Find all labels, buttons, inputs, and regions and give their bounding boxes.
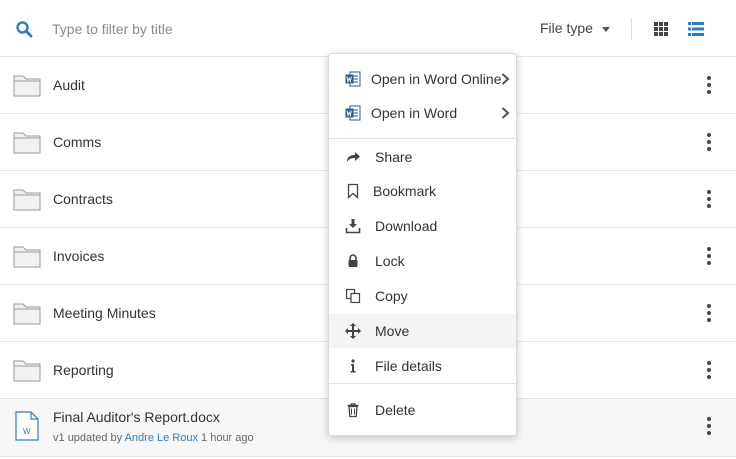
more-vertical-icon[interactable] xyxy=(700,188,718,210)
menu-open-word[interactable]: Open in Word xyxy=(329,96,516,130)
file-meta: v1 updated by Andre Le Roux 1 hour ago xyxy=(53,432,254,444)
folder-icon xyxy=(13,303,41,325)
folder-name[interactable]: Comms xyxy=(53,134,101,150)
more-vertical-icon[interactable] xyxy=(700,74,718,96)
grid-view-icon[interactable] xyxy=(654,22,668,36)
toolbar-divider xyxy=(631,18,632,40)
folder-icon xyxy=(13,246,41,268)
trash-icon xyxy=(345,402,361,418)
menu-label: Bookmark xyxy=(373,183,437,199)
menu-bookmark[interactable]: Bookmark xyxy=(329,174,516,208)
menu-delete[interactable]: Delete xyxy=(329,393,516,427)
menu-divider xyxy=(329,138,516,139)
updated-by-text: updated by xyxy=(67,432,123,444)
folder-icon xyxy=(13,360,41,382)
menu-download[interactable]: Download xyxy=(329,209,516,243)
menu-label: Move xyxy=(375,323,410,339)
updated-time: 1 hour ago xyxy=(201,432,254,444)
file-name[interactable]: Final Auditor's Report.docx xyxy=(53,409,220,425)
menu-share[interactable]: Share xyxy=(329,140,516,174)
menu-move[interactable]: Move xyxy=(329,314,516,348)
file-type-label: File type xyxy=(540,20,593,36)
menu-label: Delete xyxy=(375,402,416,418)
info-icon xyxy=(345,358,361,374)
more-vertical-icon[interactable] xyxy=(700,245,718,267)
search-icon[interactable] xyxy=(15,20,33,38)
chevron-right-icon xyxy=(501,73,510,85)
menu-label: Lock xyxy=(375,253,405,269)
word-icon-letter: W xyxy=(23,427,31,436)
toolbar: File type xyxy=(0,0,736,57)
menu-lock[interactable]: Lock xyxy=(329,244,516,278)
menu-label: Copy xyxy=(375,288,408,304)
folder-name[interactable]: Audit xyxy=(53,77,85,93)
word-icon xyxy=(345,105,361,121)
menu-divider xyxy=(329,383,516,384)
file-version: v1 xyxy=(53,432,65,444)
folder-name[interactable]: Meeting Minutes xyxy=(53,305,156,321)
menu-copy[interactable]: Copy xyxy=(329,279,516,313)
menu-label: Share xyxy=(375,149,413,165)
menu-label: Download xyxy=(375,218,438,234)
download-icon xyxy=(345,218,361,234)
menu-label: Open in Word Online xyxy=(371,71,502,87)
list-view-icon[interactable] xyxy=(688,22,704,36)
more-vertical-icon[interactable] xyxy=(700,302,718,324)
folder-icon xyxy=(13,75,41,97)
filter-input[interactable] xyxy=(52,17,472,41)
file-type-dropdown[interactable]: File type xyxy=(540,20,610,36)
lock-icon xyxy=(345,253,361,269)
more-vertical-icon[interactable] xyxy=(700,415,718,437)
menu-label: File details xyxy=(375,358,442,374)
folder-name[interactable]: Invoices xyxy=(53,248,104,264)
context-menu: Open in Word Online Open in Word Share B… xyxy=(328,53,517,436)
folder-name[interactable]: Contracts xyxy=(53,191,113,207)
chevron-right-icon xyxy=(501,107,510,119)
chevron-down-icon xyxy=(601,26,610,32)
bookmark-icon xyxy=(345,183,361,199)
move-icon xyxy=(345,323,361,339)
word-icon xyxy=(345,71,361,87)
word-doc-icon: W xyxy=(15,411,39,441)
user-link[interactable]: Andre Le Roux xyxy=(125,432,198,444)
copy-icon xyxy=(345,288,361,304)
more-vertical-icon[interactable] xyxy=(700,131,718,153)
share-icon xyxy=(345,149,361,165)
folder-name[interactable]: Reporting xyxy=(53,362,114,378)
more-vertical-icon[interactable] xyxy=(700,359,718,381)
folder-icon xyxy=(13,132,41,154)
folder-icon xyxy=(13,189,41,211)
menu-file-details[interactable]: File details xyxy=(329,349,516,383)
menu-label: Open in Word xyxy=(371,105,458,121)
menu-open-word-online[interactable]: Open in Word Online xyxy=(329,62,516,96)
